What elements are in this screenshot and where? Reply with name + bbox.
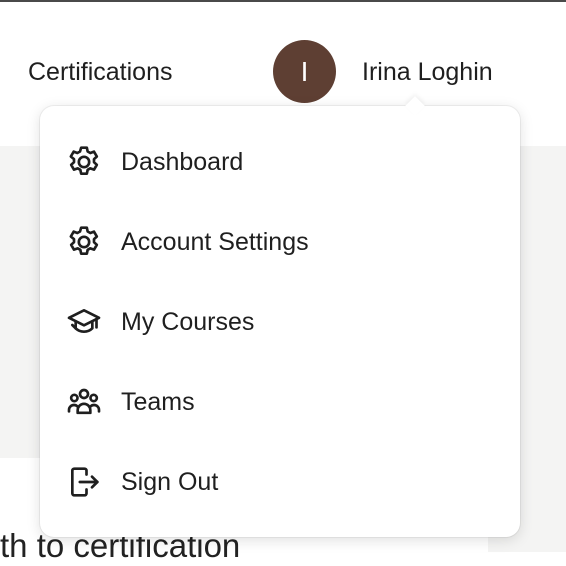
menu-item-dashboard[interactable]: Dashboard [40, 122, 520, 202]
menu-item-sign-out[interactable]: Sign Out [40, 442, 520, 522]
gear-icon [64, 142, 104, 182]
nav-link-certifications[interactable]: Certifications [28, 55, 173, 89]
user-menu-toggle[interactable]: Irina Loghin [362, 55, 493, 89]
menu-item-teams[interactable]: Teams [40, 362, 520, 442]
menu-item-label: Teams [121, 388, 195, 416]
people-group-icon [64, 382, 104, 422]
gear-icon [64, 222, 104, 262]
menu-item-label: My Courses [121, 308, 255, 336]
user-dropdown-menu: Dashboard Account Settings My Courses Te… [40, 96, 520, 537]
avatar[interactable]: I [273, 40, 336, 103]
menu-item-label: Dashboard [121, 148, 244, 176]
menu-item-account-settings[interactable]: Account Settings [40, 202, 520, 282]
menu-item-my-courses[interactable]: My Courses [40, 282, 520, 362]
menu-item-label: Account Settings [121, 228, 309, 256]
sign-out-icon [64, 462, 104, 502]
menu-item-label: Sign Out [121, 468, 219, 496]
graduation-cap-icon [64, 302, 104, 342]
